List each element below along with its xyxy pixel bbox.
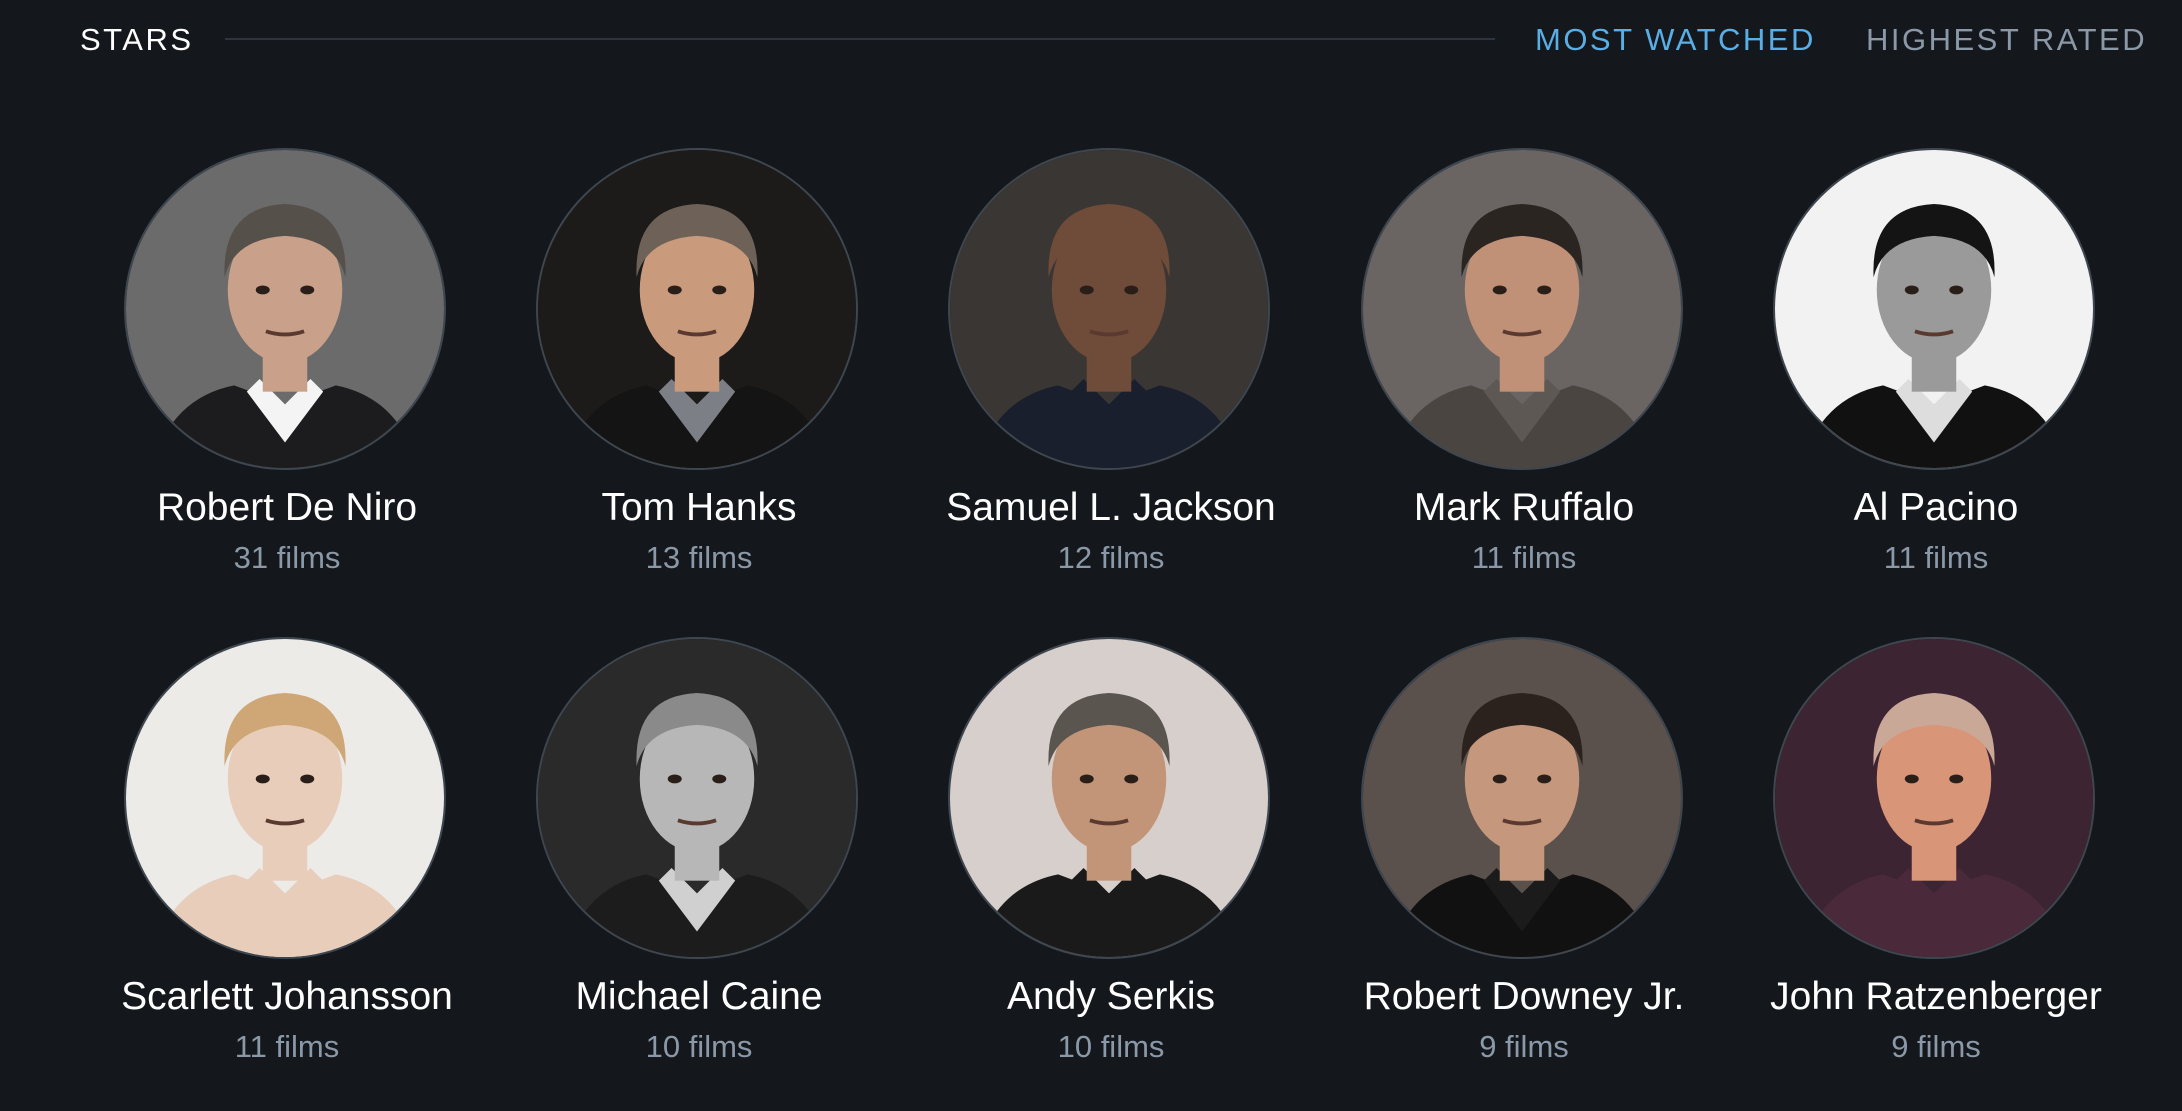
portrait-image bbox=[1775, 150, 2093, 468]
star-portrait[interactable] bbox=[1773, 637, 2095, 959]
portrait-image bbox=[126, 150, 444, 468]
star-portrait[interactable] bbox=[948, 148, 1270, 470]
star-film-count: 11 films bbox=[1471, 540, 1577, 575]
star-card[interactable]: John Ratzenberger 9 films bbox=[1730, 637, 2142, 1097]
star-card[interactable]: Scarlett Johansson 11 films bbox=[81, 637, 493, 1097]
star-film-count: 9 films bbox=[1479, 1029, 1569, 1064]
star-film-count: 10 films bbox=[1057, 1029, 1165, 1064]
star-card[interactable]: Andy Serkis 10 films bbox=[905, 637, 1317, 1097]
star-film-count: 9 films bbox=[1891, 1029, 1981, 1064]
star-film-count: 10 films bbox=[645, 1029, 753, 1064]
star-card[interactable]: Tom Hanks 13 films bbox=[493, 148, 905, 608]
star-name[interactable]: Scarlett Johansson bbox=[81, 972, 493, 1022]
star-name[interactable]: John Ratzenberger bbox=[1730, 972, 2142, 1022]
star-name[interactable]: Robert Downey Jr. bbox=[1318, 972, 1730, 1022]
stars-grid: Robert De Niro 31 films Tom Hanks 13 films S… bbox=[0, 0, 2182, 1111]
portrait-image bbox=[1775, 639, 2093, 957]
star-card[interactable]: Michael Caine 10 films bbox=[493, 637, 905, 1097]
star-film-count: 12 films bbox=[1057, 540, 1165, 575]
portrait-image bbox=[538, 150, 856, 468]
star-portrait[interactable] bbox=[1773, 148, 2095, 470]
star-name[interactable]: Tom Hanks bbox=[493, 483, 905, 533]
portrait-image bbox=[538, 639, 856, 957]
star-name[interactable]: Al Pacino bbox=[1730, 483, 2142, 533]
star-film-count: 31 films bbox=[233, 540, 341, 575]
star-name[interactable]: Andy Serkis bbox=[905, 972, 1317, 1022]
portrait-image bbox=[950, 639, 1268, 957]
star-card[interactable]: Samuel L. Jackson 12 films bbox=[905, 148, 1317, 608]
portrait-image bbox=[1363, 150, 1681, 468]
portrait-image bbox=[126, 639, 444, 957]
star-card[interactable]: Robert De Niro 31 films bbox=[81, 148, 493, 608]
star-name[interactable]: Michael Caine bbox=[493, 972, 905, 1022]
star-portrait[interactable] bbox=[124, 148, 446, 470]
star-portrait[interactable] bbox=[1361, 637, 1683, 959]
star-film-count: 11 films bbox=[234, 1029, 340, 1064]
star-portrait[interactable] bbox=[948, 637, 1270, 959]
star-name[interactable]: Robert De Niro bbox=[81, 483, 493, 533]
star-card[interactable]: Al Pacino 11 films bbox=[1730, 148, 2142, 608]
star-film-count: 13 films bbox=[645, 540, 753, 575]
star-card[interactable]: Robert Downey Jr. 9 films bbox=[1318, 637, 1730, 1097]
star-name[interactable]: Mark Ruffalo bbox=[1318, 483, 1730, 533]
star-name[interactable]: Samuel L. Jackson bbox=[905, 483, 1317, 533]
portrait-image bbox=[950, 150, 1268, 468]
star-portrait[interactable] bbox=[1361, 148, 1683, 470]
portrait-image bbox=[1363, 639, 1681, 957]
star-portrait[interactable] bbox=[536, 148, 858, 470]
star-portrait[interactable] bbox=[124, 637, 446, 959]
star-portrait[interactable] bbox=[536, 637, 858, 959]
star-card[interactable]: Mark Ruffalo 11 films bbox=[1318, 148, 1730, 608]
star-film-count: 11 films bbox=[1883, 540, 1989, 575]
